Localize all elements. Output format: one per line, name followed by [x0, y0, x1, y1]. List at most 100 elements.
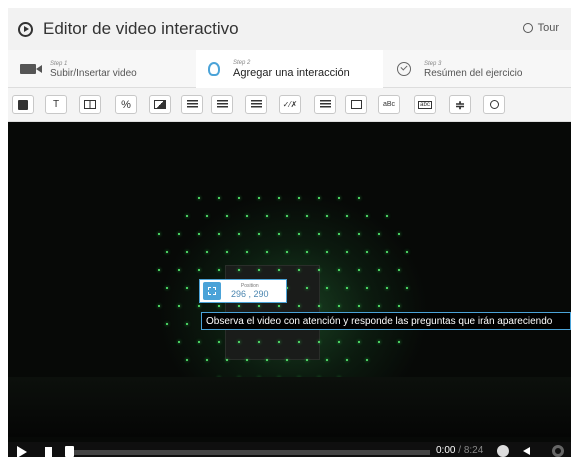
laser-dot — [278, 197, 280, 199]
laser-dot — [178, 305, 180, 307]
laser-dot — [298, 305, 300, 307]
bookmark-icon[interactable] — [45, 447, 52, 457]
table-tool-button[interactable] — [79, 95, 101, 114]
expand-icon[interactable] — [203, 282, 221, 300]
laser-dot — [246, 251, 248, 253]
list-icon — [186, 100, 198, 109]
editor-header: Editor de video interactivo Tour — [8, 8, 571, 50]
statements-tool-button[interactable] — [181, 95, 203, 114]
laser-dot — [238, 269, 240, 271]
laser-dot — [366, 251, 368, 253]
progress-bar[interactable] — [65, 450, 430, 455]
laser-dot — [378, 269, 380, 271]
time-separator: / — [458, 445, 462, 456]
tour-button[interactable]: Tour — [522, 22, 559, 34]
laser-dot — [398, 305, 400, 307]
laser-dot — [406, 251, 408, 253]
laser-dot — [198, 341, 200, 343]
quality-icon[interactable] — [497, 445, 509, 457]
navigation-hotspot-tool-button[interactable] — [483, 95, 505, 114]
step-label: Subir/Insertar video — [50, 67, 137, 79]
link-tool-button[interactable]: % — [115, 95, 137, 114]
multiple-choice-tool-button[interactable] — [245, 95, 267, 114]
play-icon[interactable] — [17, 446, 27, 457]
laser-dot — [198, 269, 200, 271]
laser-dot — [238, 197, 240, 199]
step-add-interaction[interactable]: Step 2 Agregar una interacción — [196, 50, 383, 88]
laser-dot — [318, 233, 320, 235]
laser-dot — [378, 341, 380, 343]
total-time: 8:24 — [463, 445, 484, 456]
image-icon — [154, 100, 166, 109]
laser-dot — [378, 305, 380, 307]
drag-drop-icon: abc — [418, 100, 432, 109]
laser-dot — [378, 233, 380, 235]
laser-dot — [206, 251, 208, 253]
laser-dot — [318, 341, 320, 343]
laser-dot — [386, 251, 388, 253]
laser-dot — [186, 251, 188, 253]
single-choice-tool-button[interactable] — [211, 95, 233, 114]
laser-dot — [278, 233, 280, 235]
laser-dot — [266, 251, 268, 253]
gear-icon[interactable] — [552, 445, 564, 457]
laser-dot — [178, 269, 180, 271]
laser-dot — [326, 215, 328, 217]
volume-icon[interactable] — [523, 445, 535, 457]
drag-drop-tool-button[interactable]: abc — [414, 95, 436, 114]
step-number: Step 1 — [50, 60, 68, 67]
laser-dot — [286, 215, 288, 217]
drag-text-icon — [350, 100, 362, 109]
label-tool-button[interactable] — [12, 95, 34, 114]
fill-blanks-icon — [319, 100, 331, 109]
step-label: Resúmen del ejercicio — [424, 67, 523, 79]
text-tool-button[interactable]: T — [45, 95, 67, 114]
mark-words-tool-button[interactable]: aBc — [378, 95, 400, 114]
laser-dot — [218, 233, 220, 235]
true-false-icon: ✓⁄✗ — [282, 100, 298, 109]
laser-dot — [386, 215, 388, 217]
laser-dot — [166, 323, 168, 325]
laser-dot — [306, 287, 308, 289]
fill-blanks-tool-button[interactable] — [314, 95, 336, 114]
interaction-label[interactable]: Position 296 , 290 — [199, 279, 287, 303]
laser-dot — [198, 305, 200, 307]
laser-dot — [226, 251, 228, 253]
laser-dot — [386, 287, 388, 289]
step-label: Agregar una interacción — [233, 67, 350, 79]
laser-dot — [318, 269, 320, 271]
laser-dot — [298, 197, 300, 199]
step-summary[interactable]: Step 3 Resúmen del ejercicio — [383, 50, 571, 88]
laser-dot — [218, 341, 220, 343]
crossroads-tool-button[interactable]: ≑ — [449, 95, 471, 114]
drag-text-tool-button[interactable] — [345, 95, 367, 114]
laser-dot — [346, 359, 348, 361]
image-tool-button[interactable] — [149, 95, 171, 114]
laser-dot — [258, 269, 260, 271]
laser-dot — [346, 251, 348, 253]
laser-dot — [258, 341, 260, 343]
true-false-tool-button[interactable]: ✓⁄✗ — [279, 95, 301, 114]
laser-dot — [358, 269, 360, 271]
laser-dot — [338, 269, 340, 271]
laser-dot — [186, 215, 188, 217]
laser-dot — [286, 359, 288, 361]
video-canvas[interactable]: Position 296 , 290 Observa el video con … — [8, 122, 571, 457]
laser-dot — [318, 305, 320, 307]
laser-dot — [398, 341, 400, 343]
laser-dot — [298, 269, 300, 271]
laser-dot — [326, 251, 328, 253]
step-number: Step 3 — [424, 60, 442, 67]
progress-handle[interactable] — [65, 446, 74, 457]
laser-dot — [166, 251, 168, 253]
laser-dot — [326, 287, 328, 289]
laser-dot — [398, 233, 400, 235]
laser-dot — [306, 215, 308, 217]
laser-dot — [358, 197, 360, 199]
laser-dot — [318, 197, 320, 199]
laser-dot — [186, 323, 188, 325]
player-controls: 0:00 / 8:24 — [8, 442, 571, 457]
play-circle-icon — [18, 21, 33, 37]
touch-icon — [208, 62, 220, 76]
step-upload-video[interactable]: Step 1 Subir/Insertar video — [8, 50, 196, 88]
